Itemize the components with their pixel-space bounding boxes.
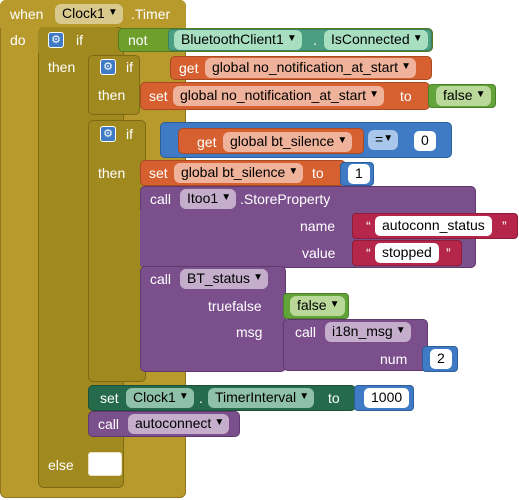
chevron-down-icon: ▼: [401, 61, 412, 72]
chevron-down-icon: ▼: [475, 89, 486, 100]
timer-component-dropdown[interactable]: Clock1 ▼: [126, 388, 194, 408]
false-dropdown-2[interactable]: false ▼: [290, 296, 345, 316]
outer-if-gear-icon[interactable]: ⚙: [48, 32, 64, 48]
i18n-call-label: call: [295, 324, 317, 340]
inner-if2-label: if: [126, 126, 133, 142]
store-call-label: call: [150, 191, 172, 207]
compare-op-dropdown[interactable]: = ▼: [368, 130, 399, 150]
set-bt-silence-var-dropdown[interactable]: global bt_silence ▼: [174, 163, 304, 183]
event-name: .Timer: [131, 6, 171, 22]
bt-silence-var-dropdown[interactable]: global bt_silence ▼: [223, 132, 353, 152]
timer-set-label: set: [100, 390, 119, 406]
number-value-1[interactable]: 1: [348, 164, 370, 184]
false-dropdown-1[interactable]: false ▼: [436, 86, 491, 106]
chevron-down-icon: ▼: [107, 7, 118, 18]
inner-if2-gear-icon[interactable]: ⚙: [100, 126, 116, 142]
inner-if2-then-label: then: [98, 165, 126, 181]
timer-interval-value[interactable]: 1000: [364, 388, 410, 408]
inner-if2-set-label: set: [149, 165, 168, 181]
value-param-label: value: [302, 245, 336, 261]
outer-else-label: else: [48, 457, 74, 473]
timer-property-dropdown[interactable]: TimerInterval ▼: [208, 388, 315, 408]
number-value-2[interactable]: 2: [430, 349, 452, 369]
set-no-notification-var-dropdown[interactable]: global no_notification_at_start ▼: [173, 86, 385, 106]
chevron-down-icon: ▼: [395, 325, 406, 336]
else-empty-slot[interactable]: [88, 452, 122, 476]
chevron-down-icon: ▼: [412, 33, 423, 44]
inner-if2-get-label: get: [197, 134, 217, 150]
inner-if1-to-label: to: [400, 88, 412, 104]
name-text-value[interactable]: autoconn_status: [375, 216, 492, 236]
not-label: not: [128, 32, 148, 48]
name-param-label: name: [300, 218, 336, 234]
autoconnect-proc-dropdown[interactable]: autoconnect ▼: [128, 414, 230, 434]
store-method-label: .StoreProperty: [240, 191, 331, 207]
autoconnect-call-label: call: [98, 416, 120, 432]
when-label: when: [10, 6, 44, 22]
timer-dot: .: [199, 390, 203, 406]
bt-client-dropdown[interactable]: BluetoothClient1 ▼: [174, 30, 302, 50]
value-text-value[interactable]: stopped: [375, 243, 439, 263]
chevron-down-icon: ▼: [383, 133, 394, 144]
bt-status-proc-dropdown[interactable]: BT_status ▼: [180, 269, 269, 289]
chevron-down-icon: ▼: [253, 272, 264, 283]
do-label: do: [10, 32, 26, 48]
chevron-down-icon: ▼: [214, 417, 225, 428]
no-notification-var-dropdown[interactable]: global no_notification_at_start ▼: [205, 58, 417, 78]
chevron-down-icon: ▼: [286, 33, 297, 44]
name-close-quote: ”: [502, 218, 507, 234]
itoo-component-dropdown[interactable]: Itoo1 ▼: [180, 189, 237, 209]
compare-value-field[interactable]: 0: [414, 131, 436, 151]
chevron-down-icon: ▼: [288, 166, 299, 177]
value-open-quote: “: [366, 245, 371, 261]
msg-param-label: msg: [236, 324, 263, 340]
inner-if1-gear-icon[interactable]: ⚙: [100, 59, 116, 75]
outer-then-label: then: [48, 59, 76, 75]
bt-status-call-label: call: [150, 271, 172, 287]
chevron-down-icon: ▼: [221, 192, 232, 203]
inner-if1-label: if: [126, 59, 133, 75]
chevron-down-icon: ▼: [337, 135, 348, 146]
inner-if1-set-label: set: [149, 88, 168, 104]
i18n-proc-dropdown[interactable]: i18n_msg ▼: [325, 322, 411, 342]
store-property-body: [140, 210, 290, 266]
chevron-down-icon: ▼: [369, 89, 380, 100]
inner-if2-to-label: to: [312, 165, 324, 181]
inner-if1-then-label: then: [98, 87, 126, 103]
truefalse-param-label: truefalse: [208, 298, 262, 314]
inner-if2-block[interactable]: [88, 120, 146, 382]
value-close-quote: ”: [446, 245, 451, 261]
num-param-label: num: [380, 351, 408, 367]
inner-if1-get-label: get: [179, 60, 199, 76]
chevron-down-icon: ▼: [178, 391, 189, 402]
chevron-down-icon: ▼: [329, 299, 340, 310]
name-open-quote: “: [366, 218, 371, 234]
is-connected-dot: .: [313, 32, 317, 48]
event-component-dropdown[interactable]: Clock1 ▼: [55, 4, 123, 24]
outer-if-label: if: [76, 32, 83, 48]
is-connected-dropdown[interactable]: IsConnected ▼: [324, 30, 428, 50]
chevron-down-icon: ▼: [299, 391, 310, 402]
timer-to-label: to: [328, 390, 340, 406]
